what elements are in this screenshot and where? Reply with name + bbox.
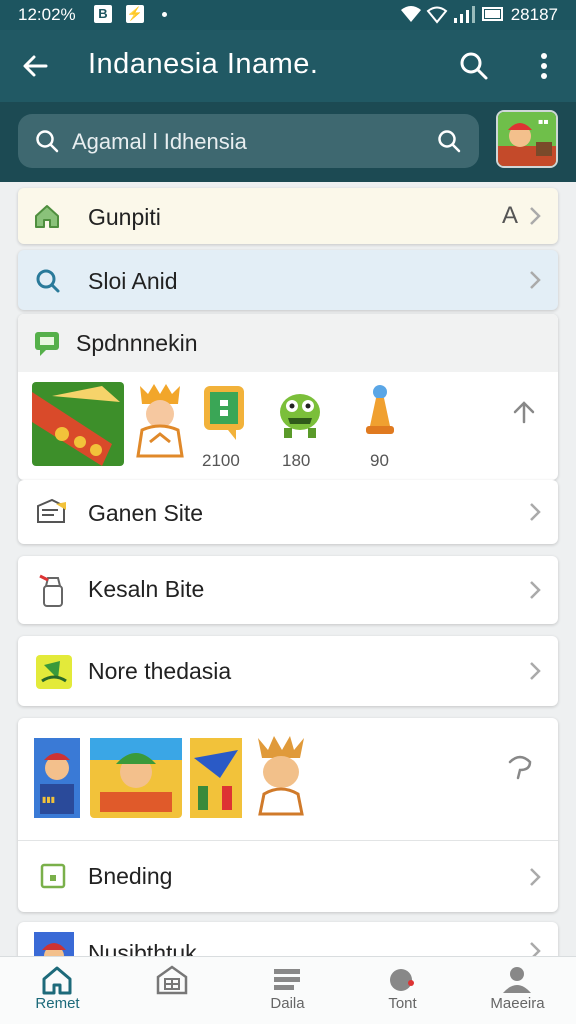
menu-row-gunpiti[interactable]: Gunpiti A bbox=[18, 188, 558, 244]
list-icon bbox=[274, 969, 300, 990]
chat-icon bbox=[35, 332, 59, 356]
search-submit-icon[interactable] bbox=[436, 128, 462, 154]
game-count: 90 bbox=[370, 451, 389, 470]
game-tile-icon[interactable] bbox=[190, 738, 242, 818]
sticker-icon bbox=[36, 655, 72, 689]
chevron-right-icon bbox=[530, 271, 541, 289]
reply-icon[interactable] bbox=[504, 750, 536, 780]
letter-a-icon: A bbox=[501, 202, 518, 229]
nav-item-daila[interactable]: Daila bbox=[230, 957, 345, 1024]
menu-card-home[interactable]: Gunpiti A bbox=[18, 188, 558, 244]
section-title: Spdnnnekin bbox=[76, 330, 198, 356]
game-tile-icon[interactable]: ▮▮▮ bbox=[34, 738, 80, 818]
menu-card-ganen-site[interactable]: Ganen Site bbox=[18, 480, 558, 544]
menu-row-label: Ganen Site bbox=[88, 500, 204, 526]
nav-item-store[interactable] bbox=[115, 957, 230, 1024]
status-right-text: 28187 bbox=[510, 5, 558, 24]
arrow-up-icon[interactable] bbox=[510, 398, 538, 426]
chevron-right-icon bbox=[530, 581, 541, 599]
bottom-navigation: Remet Daila Tont Maeeira bbox=[0, 956, 576, 1024]
search-placeholder: Agamal l Idhensia bbox=[72, 129, 247, 154]
home-icon bbox=[42, 966, 72, 995]
nav-label: Maeeira bbox=[490, 995, 545, 1012]
book-icon bbox=[37, 498, 66, 523]
chevron-right-icon bbox=[530, 868, 541, 886]
home-icon bbox=[35, 205, 59, 228]
notification-icon bbox=[390, 969, 414, 991]
menu-row-label: Sloi Anid bbox=[88, 268, 178, 294]
menu-row-ganen-site[interactable]: Ganen Site bbox=[18, 480, 558, 544]
wifi-icon bbox=[426, 6, 448, 24]
game-tile-icon[interactable] bbox=[32, 382, 124, 466]
search-icon[interactable] bbox=[456, 48, 492, 84]
game-count: 180 bbox=[282, 451, 311, 470]
menu-row-label: Nore thedasia bbox=[88, 658, 232, 684]
character-icon[interactable] bbox=[252, 734, 310, 818]
game-row-2: ▮▮▮ bbox=[18, 718, 558, 838]
search-input[interactable]: Agamal l Idhensia bbox=[18, 114, 479, 168]
menu-card-kesaln-bite[interactable]: Kesaln Bite bbox=[18, 556, 558, 624]
game-count: 2100 bbox=[202, 451, 240, 470]
menu-row-label: Kesaln Bite bbox=[88, 576, 205, 602]
square-icon bbox=[40, 863, 66, 889]
pawn-icon[interactable] bbox=[362, 384, 398, 440]
search-area: Agamal l Idhensia ▪▪ bbox=[0, 102, 576, 182]
nav-label: Tont bbox=[388, 995, 417, 1012]
notification-icon: ⚡ bbox=[126, 5, 144, 23]
menu-row-label: Gunpiti bbox=[88, 204, 161, 230]
section-card-spdnnnekin: Spdnnnekin 2100 180 90 bbox=[18, 314, 558, 480]
menu-card-sloi[interactable]: Sloi Anid bbox=[18, 250, 558, 310]
svg-text:▮▮▮: ▮▮▮ bbox=[42, 795, 55, 804]
store-icon bbox=[156, 965, 188, 995]
profile-icon bbox=[503, 967, 531, 993]
status-time: 12:02% bbox=[18, 5, 76, 24]
nav-item-maeeira[interactable]: Maeeira bbox=[460, 957, 575, 1024]
games-card: ▮▮▮ Bneding bbox=[18, 718, 558, 912]
character-icon[interactable] bbox=[132, 380, 188, 462]
spray-bottle-icon bbox=[39, 574, 63, 607]
monster-icon[interactable] bbox=[276, 386, 324, 440]
search-icon bbox=[36, 130, 59, 153]
notification-dot-icon bbox=[162, 12, 167, 17]
sync-icon bbox=[36, 269, 60, 293]
nav-label: Daila bbox=[270, 995, 305, 1012]
chat-bubble-icon[interactable] bbox=[202, 384, 246, 442]
section-header: Spdnnnekin bbox=[18, 314, 558, 372]
chevron-right-icon bbox=[530, 662, 541, 680]
back-arrow-icon[interactable] bbox=[18, 48, 54, 84]
status-bar: 12:02% B ⚡ 28187 bbox=[0, 0, 576, 30]
nav-item-remet[interactable]: Remet bbox=[0, 957, 115, 1024]
chevron-right-icon bbox=[530, 503, 541, 521]
list-row-label: Bneding bbox=[88, 863, 173, 889]
notification-icon: B bbox=[94, 5, 112, 23]
menu-row-nore-thedasia[interactable]: Nore thedasia bbox=[18, 636, 558, 706]
battery-icon bbox=[482, 7, 503, 21]
menu-card-nore-thedasia[interactable]: Nore thedasia bbox=[18, 636, 558, 706]
svg-text:▪▪: ▪▪ bbox=[538, 117, 549, 126]
game-thumbnail[interactable]: ▪▪ bbox=[496, 110, 558, 168]
nav-item-tont[interactable]: Tont bbox=[345, 957, 460, 1024]
app-bar: Indanesia Iname. bbox=[0, 30, 576, 102]
more-vert-icon[interactable] bbox=[526, 48, 562, 84]
chevron-right-icon bbox=[530, 207, 541, 225]
list-row-bneding[interactable]: Bneding bbox=[18, 840, 558, 912]
signal-icon bbox=[454, 6, 475, 23]
nav-label: Remet bbox=[35, 995, 80, 1012]
game-row-1: 2100 180 90 bbox=[18, 376, 558, 480]
game-tile-icon[interactable] bbox=[90, 738, 182, 818]
menu-row-kesaln-bite[interactable]: Kesaln Bite bbox=[18, 556, 558, 624]
menu-row-sloi-anid[interactable]: Sloi Anid bbox=[18, 250, 558, 310]
wifi-icon bbox=[401, 6, 421, 22]
page-title: Indanesia Iname. bbox=[88, 48, 319, 80]
